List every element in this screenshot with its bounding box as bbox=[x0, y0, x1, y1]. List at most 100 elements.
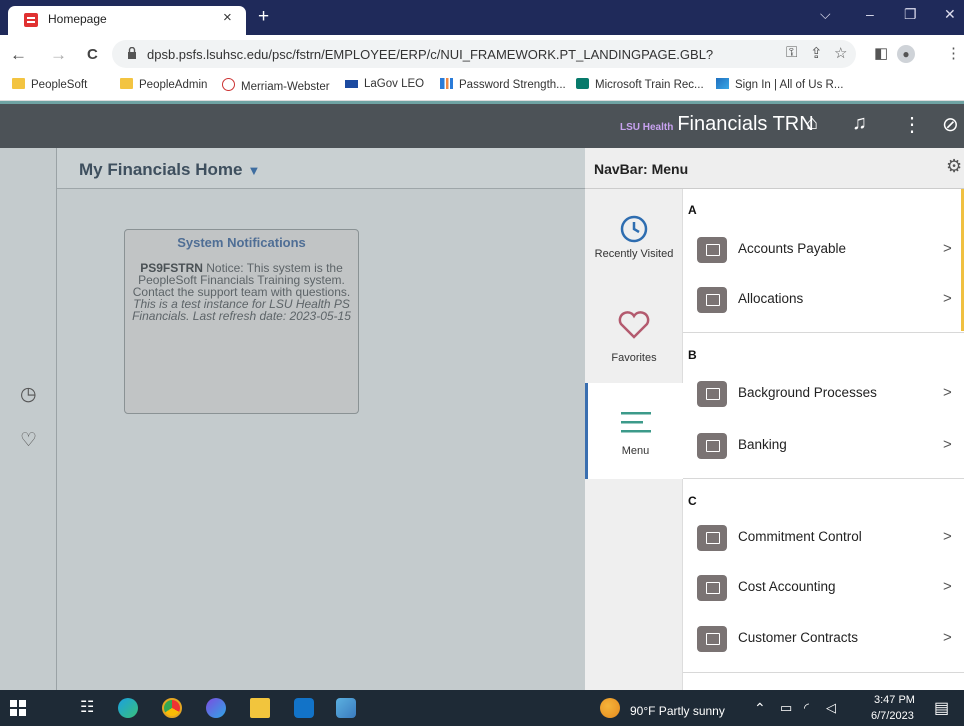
allofus-icon bbox=[716, 78, 729, 89]
folder-icon bbox=[12, 78, 25, 89]
chrome-icon[interactable] bbox=[162, 698, 182, 718]
folder-icon bbox=[697, 381, 727, 407]
gear-icon[interactable]: ⚙ bbox=[946, 156, 962, 177]
maximize-button[interactable]: ❐ bbox=[904, 6, 917, 23]
weather-icon[interactable] bbox=[600, 698, 620, 718]
notice-italic-text: This is a test instance for LSU Health P… bbox=[132, 297, 351, 323]
app-title: LSU Health Financials TRN bbox=[620, 113, 814, 135]
notification-icon[interactable]: ▤ bbox=[934, 698, 949, 718]
menu-item-accounts-payable[interactable]: Accounts Payable > bbox=[683, 228, 964, 272]
minimize-button[interactable]: – bbox=[866, 6, 874, 22]
tab-recently-visited[interactable]: Recently Visited bbox=[585, 210, 683, 290]
menu-item-cost-accounting[interactable]: Cost Accounting > bbox=[683, 566, 964, 610]
task-view-icon[interactable]: ☷ bbox=[80, 697, 94, 717]
weather-text[interactable]: 90°F Partly sunny bbox=[630, 704, 725, 718]
bookmark-peopleadmin[interactable]: PeopleAdmin bbox=[120, 78, 207, 91]
profile-icon[interactable]: ● bbox=[897, 45, 915, 63]
bookmark-peoplesoft[interactable]: PeopleSoft bbox=[12, 78, 87, 91]
chevron-right-icon: > bbox=[943, 528, 952, 545]
new-tab-button[interactable]: + bbox=[258, 6, 269, 28]
chevron-right-icon: > bbox=[943, 578, 952, 595]
menu-item-background-processes[interactable]: Background Processes > bbox=[683, 372, 964, 416]
wifi-icon[interactable]: ◜ bbox=[804, 700, 809, 716]
navbar-icon[interactable]: ⊘ bbox=[942, 112, 959, 137]
windows-start-icon[interactable] bbox=[10, 700, 26, 716]
password-icon bbox=[440, 78, 453, 89]
heart-icon bbox=[618, 311, 650, 339]
sharepoint-icon bbox=[576, 78, 589, 89]
file-explorer-icon[interactable] bbox=[250, 698, 270, 718]
network-icon[interactable]: ▭ bbox=[780, 700, 792, 716]
menu-icon bbox=[620, 412, 651, 433]
chevron-right-icon: > bbox=[943, 240, 952, 257]
folder-icon bbox=[697, 525, 727, 551]
section-divider bbox=[683, 478, 964, 479]
lock-icon bbox=[128, 47, 136, 59]
folder-icon bbox=[697, 287, 727, 313]
chevron-up-icon[interactable]: ⌃ bbox=[754, 700, 766, 717]
menu-item-banking[interactable]: Banking > bbox=[683, 424, 964, 468]
share-icon[interactable]: ⇪ bbox=[810, 44, 823, 62]
section-letter-b: B bbox=[688, 348, 697, 362]
section-letter-a: A bbox=[688, 203, 697, 217]
bookmark-password-strength[interactable]: Password Strength... bbox=[440, 78, 566, 91]
copilot-icon[interactable] bbox=[206, 698, 226, 718]
bookmark-merriam-webster[interactable]: Merriam-Webster bbox=[222, 78, 330, 93]
ps-header-bar bbox=[0, 101, 964, 148]
clock-icon bbox=[620, 215, 648, 243]
folder-icon bbox=[120, 78, 133, 89]
edge-icon[interactable] bbox=[118, 698, 138, 718]
browser-tab[interactable] bbox=[8, 6, 246, 35]
tab-favorites[interactable]: Favorites bbox=[585, 306, 683, 376]
section-letter-c: C bbox=[688, 494, 697, 508]
left-strip bbox=[0, 148, 57, 690]
clock-time[interactable]: 3:47 PM bbox=[874, 694, 915, 706]
bookmark-lagov-leo[interactable]: LaGov LEO bbox=[345, 78, 424, 90]
tile-body: PS9FSTRN Notice: This system is the Peop… bbox=[130, 262, 353, 322]
folder-icon bbox=[697, 626, 727, 652]
kebab-icon[interactable]: ⋮ bbox=[902, 112, 922, 137]
chevron-right-icon: > bbox=[943, 629, 952, 646]
volume-icon[interactable]: ◁ bbox=[826, 700, 836, 716]
forward-button[interactable]: → bbox=[50, 45, 67, 65]
tab-favicon-icon bbox=[24, 13, 38, 27]
menu-item-allocations[interactable]: Allocations > bbox=[683, 278, 964, 322]
merriam-webster-icon bbox=[222, 78, 235, 91]
menu-item-customer-contracts[interactable]: Customer Contracts > bbox=[683, 617, 964, 661]
side-panel-icon[interactable]: ◧ bbox=[874, 44, 888, 62]
url-text[interactable]: dpsb.psfs.lsuhsc.edu/psc/fstrn/EMPLOYEE/… bbox=[147, 47, 713, 62]
bookmark-all-of-us[interactable]: Sign In | All of Us R... bbox=[716, 78, 843, 91]
home-icon[interactable]: ⌂ bbox=[806, 112, 818, 135]
section-divider bbox=[683, 672, 964, 673]
star-icon[interactable]: ☆ bbox=[834, 44, 847, 62]
clock-date[interactable]: 6/7/2023 bbox=[871, 710, 914, 722]
heart-icon[interactable]: ♡ bbox=[20, 429, 37, 452]
folder-icon bbox=[697, 433, 727, 459]
windows-taskbar bbox=[0, 690, 964, 726]
chevron-right-icon: > bbox=[943, 436, 952, 453]
menu-item-commitment-control[interactable]: Commitment Control > bbox=[683, 516, 964, 560]
tile-title: System Notifications bbox=[177, 235, 306, 250]
reload-button[interactable]: C bbox=[87, 46, 98, 63]
tab-title: Homepage bbox=[48, 12, 107, 26]
bell-icon[interactable]: ♫ bbox=[852, 112, 867, 135]
app-icon[interactable] bbox=[336, 698, 356, 718]
chrome-menu-icon[interactable]: ⋮ bbox=[946, 44, 961, 62]
back-button[interactable]: ← bbox=[10, 45, 27, 65]
chevron-down-icon: ▼ bbox=[247, 163, 261, 178]
tab-menu[interactable]: Menu bbox=[585, 383, 683, 479]
sap-icon bbox=[345, 80, 358, 88]
chevron-right-icon: > bbox=[943, 384, 952, 401]
bookmark-microsoft-train[interactable]: Microsoft Train Rec... bbox=[576, 78, 704, 91]
outlook-icon[interactable] bbox=[294, 698, 314, 718]
close-window-button[interactable]: ✕ bbox=[944, 6, 956, 23]
navbar-title: NavBar: Menu bbox=[594, 161, 689, 177]
section-divider bbox=[683, 332, 964, 333]
clock-icon[interactable]: ◷ bbox=[20, 383, 37, 406]
folder-icon bbox=[697, 575, 727, 601]
tab-search-button[interactable]: ⌵ bbox=[820, 6, 831, 23]
tab-close-button[interactable]: × bbox=[223, 9, 232, 26]
page-title[interactable]: My Financials Home ▼ bbox=[79, 160, 260, 180]
folder-icon bbox=[697, 237, 727, 263]
key-icon[interactable]: ⚿ bbox=[786, 44, 797, 61]
